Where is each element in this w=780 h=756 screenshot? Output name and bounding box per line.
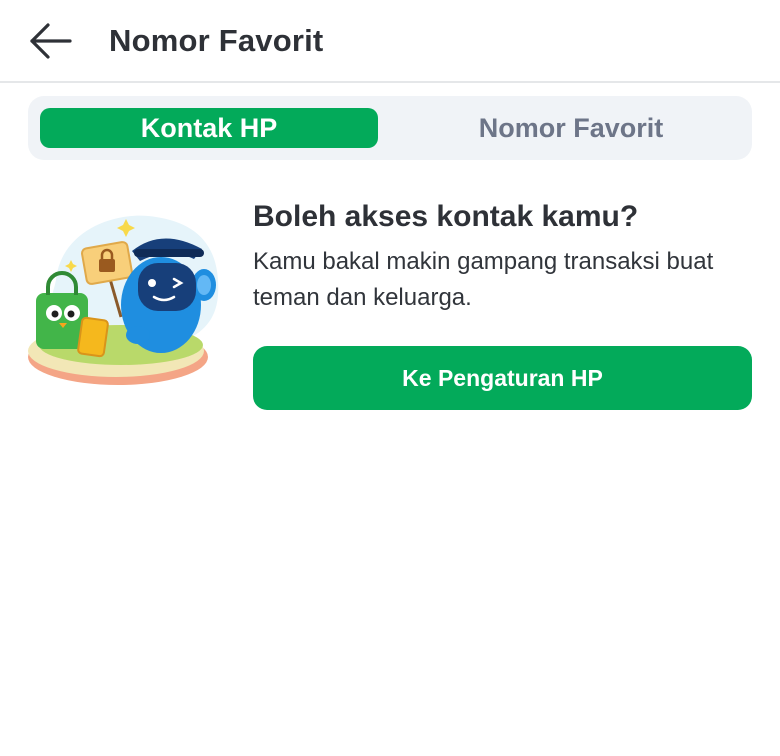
back-button[interactable] bbox=[24, 18, 80, 64]
app-screen: Nomor Favorit Kontak HP Nomor Favorit Bo… bbox=[0, 0, 780, 756]
contacts-permission-illustration bbox=[28, 215, 219, 385]
tab-kontak-hp[interactable]: Kontak HP bbox=[40, 108, 378, 148]
arrow-left-icon bbox=[30, 23, 72, 59]
tab-nomor-favorit[interactable]: Nomor Favorit bbox=[390, 108, 752, 148]
page-title: Nomor Favorit bbox=[109, 23, 324, 58]
tab-bar: Kontak HP Nomor Favorit bbox=[28, 96, 752, 160]
open-settings-button[interactable]: Ke Pengaturan HP bbox=[253, 346, 752, 410]
permission-description: Kamu bakal makin gampang transaksi buat … bbox=[253, 248, 714, 311]
top-app-bar: Nomor Favorit bbox=[0, 0, 780, 83]
permission-title: Boleh akses kontak kamu? bbox=[253, 200, 639, 233]
